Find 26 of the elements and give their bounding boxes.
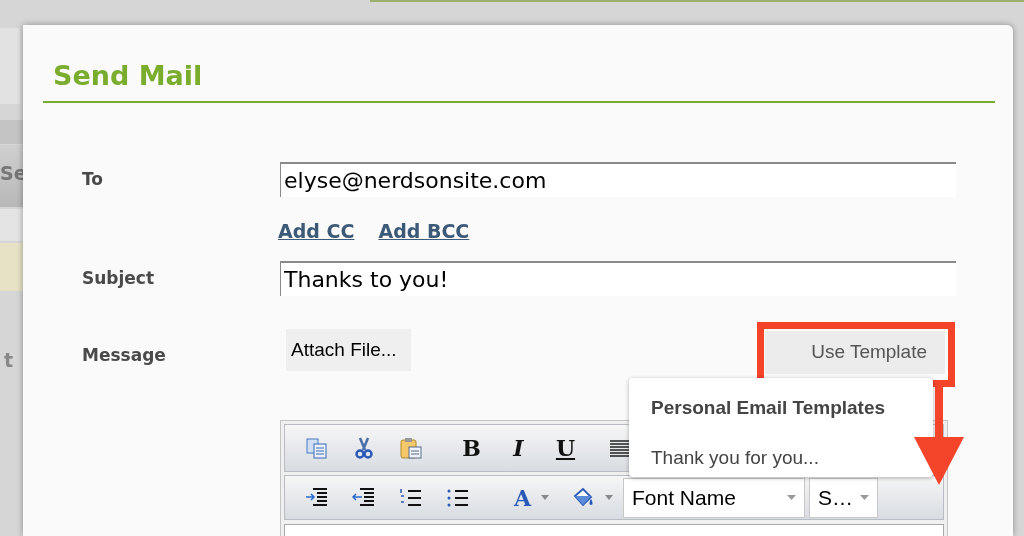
text-field[interactable]: elyse@nerdsonsite.com [280,162,956,197]
bold-button[interactable]: B [462,437,481,459]
text-field[interactable]: Thanks to you! [280,261,956,296]
field-label: Subject [82,266,156,290]
caret-icon[interactable] [787,495,796,500]
link[interactable]: Add BCC [378,219,470,243]
caret-icon[interactable] [605,495,613,500]
menu-header: Personal Email Templates [651,396,887,420]
underline-button[interactable]: U [555,437,576,459]
font-name-select[interactable]: Font Name [623,477,805,518]
background-bar [0,209,23,241]
dialog-title: Send Mail [53,62,203,89]
field-label: Message [82,344,167,367]
background-text: t [4,351,14,370]
text-color-button[interactable]: A [513,486,531,509]
field-label: To [82,167,105,191]
clipboard-icon[interactable] [398,436,423,460]
caret-icon[interactable] [541,495,549,500]
background-bar [0,243,23,291]
arrow-icon [914,387,964,485]
italic-button[interactable]: I [513,437,524,459]
caret-icon[interactable] [860,495,869,500]
font-size-select[interactable]: S… [809,477,878,518]
attach-file-button[interactable]: Attach File... [286,329,411,371]
link[interactable]: Add CC [278,219,355,243]
use-template-button[interactable]: Use Template [765,331,945,374]
